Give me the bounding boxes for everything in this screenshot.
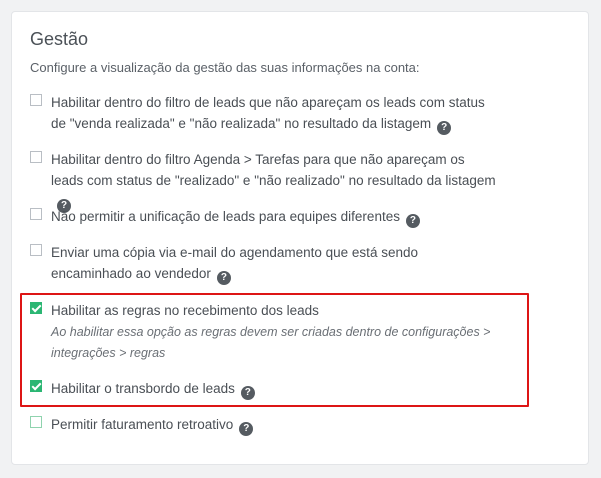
section-subtitle: Configure a visualização da gestão das s… bbox=[30, 60, 420, 75]
question-circle-icon[interactable]: ? bbox=[437, 121, 452, 135]
section-title: Gestão bbox=[30, 29, 89, 49]
checkbox-no-lead-merge[interactable] bbox=[30, 208, 42, 220]
option-hide-sold-leads[interactable]: Habilitar dentro do filtro de leads que … bbox=[30, 92, 500, 135]
option-label: Enviar uma cópia via e-mail do agendamen… bbox=[51, 245, 418, 281]
option-label: Habilitar dentro do filtro de leads que … bbox=[51, 95, 485, 131]
checkbox-email-copy[interactable] bbox=[30, 244, 42, 256]
question-circle-icon[interactable]: ? bbox=[239, 422, 254, 436]
option-no-lead-merge[interactable]: Não permitir a unificação de leads para … bbox=[30, 206, 500, 228]
option-retroactive-billing[interactable]: Permitir faturamento retroativo? bbox=[30, 414, 500, 436]
checkbox-hide-sold-leads[interactable] bbox=[30, 94, 42, 106]
question-circle-icon[interactable]: ? bbox=[240, 386, 255, 400]
checkbox-lead-rules[interactable] bbox=[30, 302, 42, 314]
option-lead-rules[interactable]: Habilitar as regras no recebimento dos l… bbox=[30, 300, 500, 364]
question-circle-icon[interactable]: ? bbox=[216, 271, 231, 285]
gestao-settings-card: Gestão Configure a visualização da gestã… bbox=[11, 11, 589, 465]
checkbox-lead-overflow[interactable] bbox=[30, 380, 42, 392]
option-hide-done-tasks[interactable]: Habilitar dentro do filtro Agenda > Tare… bbox=[30, 149, 500, 213]
option-email-copy[interactable]: Enviar uma cópia via e-mail do agendamen… bbox=[30, 242, 500, 285]
checkbox-hide-done-tasks[interactable] bbox=[30, 151, 42, 163]
option-label: Habilitar as regras no recebimento dos l… bbox=[51, 303, 319, 318]
option-label: Permitir faturamento retroativo bbox=[51, 417, 234, 432]
option-note: Ao habilitar essa opção as regras devem … bbox=[51, 325, 491, 360]
option-label: Habilitar o transbordo de leads bbox=[51, 381, 235, 396]
option-label: Não permitir a unificação de leads para … bbox=[51, 209, 400, 224]
question-circle-icon[interactable]: ? bbox=[405, 214, 420, 228]
checkbox-retroactive-billing[interactable] bbox=[30, 416, 42, 428]
option-label: Habilitar dentro do filtro Agenda > Tare… bbox=[51, 152, 496, 188]
option-lead-overflow[interactable]: Habilitar o transbordo de leads? bbox=[30, 378, 500, 400]
